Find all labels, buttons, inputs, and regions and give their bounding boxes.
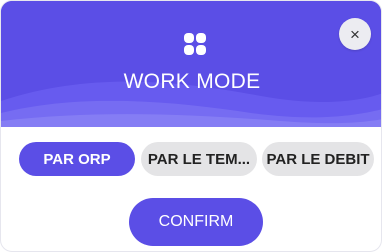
option-par-orp[interactable]: PAR ORP xyxy=(19,142,135,176)
dialog-title: WORK MODE xyxy=(123,70,261,93)
option-par-le-debit[interactable]: PAR LE DEBIT xyxy=(262,142,374,176)
header-wave-decoration xyxy=(1,1,381,127)
four-petal-grid-icon xyxy=(184,33,206,55)
dialog-header: WORK MODE × xyxy=(1,1,381,127)
option-par-le-temps[interactable]: PAR LE TEM... xyxy=(141,142,257,176)
work-mode-dialog: WORK MODE × PAR ORP PAR LE TEM... PAR LE… xyxy=(0,0,382,252)
close-icon: × xyxy=(350,24,360,44)
option-label: PAR ORP xyxy=(43,150,111,168)
confirm-label: CONFIRM xyxy=(158,213,234,230)
close-button[interactable]: × xyxy=(339,18,371,50)
option-label: PAR LE DEBIT xyxy=(266,150,370,168)
confirm-button[interactable]: CONFIRM xyxy=(129,198,263,246)
option-label: PAR LE TEM... xyxy=(147,150,251,168)
